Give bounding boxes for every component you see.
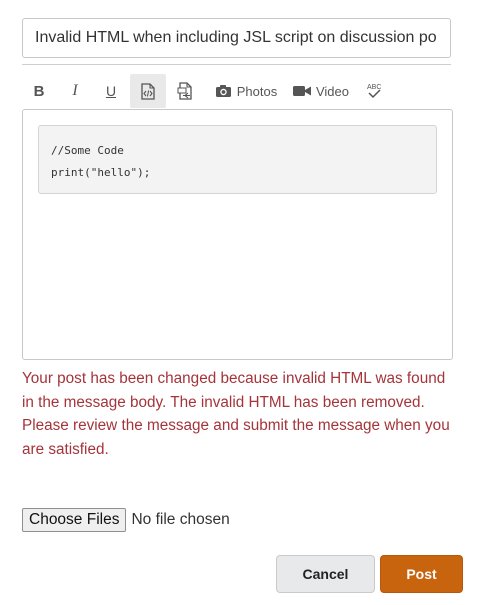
spellcheck-icon: ABC	[367, 84, 381, 99]
code-line: print("hello");	[51, 166, 151, 179]
message-body-editor[interactable]: //Some Code print("hello");	[22, 109, 453, 360]
video-label: Video	[315, 83, 349, 99]
photos-label: Photos	[236, 83, 278, 99]
insert-code-button[interactable]	[130, 74, 166, 108]
editor-toolbar: B I U Photos Video ABC	[22, 74, 451, 108]
bold-button[interactable]: B	[30, 74, 48, 108]
file-status: No file chosen	[131, 511, 230, 528]
spellcheck-button[interactable]: ABC	[364, 74, 384, 108]
error-message: Your post has been changed because inval…	[22, 370, 450, 458]
insert-snippet-button[interactable]	[172, 74, 198, 108]
subject-input[interactable]: Invalid HTML when including JSL script o…	[22, 18, 451, 58]
code-line: //Some Code	[51, 144, 124, 157]
divider	[22, 64, 451, 65]
code-snippet-icon	[177, 82, 192, 100]
code-file-icon	[141, 82, 155, 100]
underline-button[interactable]: U	[102, 74, 120, 108]
camera-icon	[215, 85, 231, 97]
video-button[interactable]: Video	[293, 74, 349, 108]
cancel-button[interactable]: Cancel	[276, 555, 375, 593]
choose-files-button[interactable]: Choose Files	[22, 508, 127, 532]
code-block[interactable]: //Some Code print("hello");	[38, 125, 437, 194]
video-camera-icon	[293, 86, 311, 96]
post-editor-form: Invalid HTML when including JSL script o…	[0, 0, 489, 605]
file-attachment: Choose Files No file chosen	[22, 508, 230, 532]
italic-button[interactable]: I	[66, 74, 84, 108]
post-button[interactable]: Post	[380, 555, 463, 593]
photos-button[interactable]: Photos	[214, 74, 278, 108]
